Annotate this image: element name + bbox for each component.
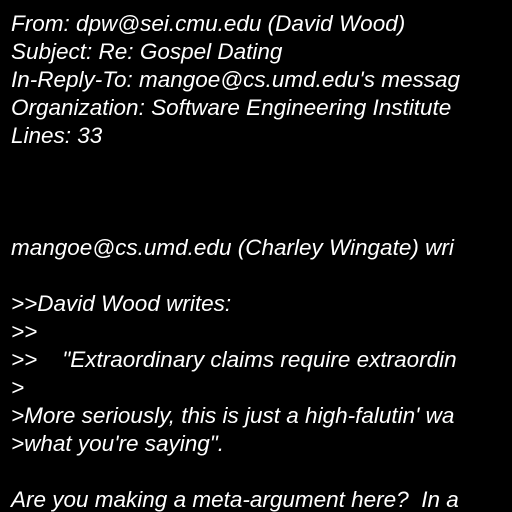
quoted-reply-line: >More seriously, this is just a high-fal…	[11, 403, 455, 428]
quoted-author-line: >>David Wood writes:	[11, 291, 232, 316]
reply-line: Are you making a meta-argument here? In …	[11, 487, 459, 512]
header-from: From: dpw@sei.cmu.edu (David Wood)	[11, 11, 406, 36]
attribution-line: mangoe@cs.umd.edu (Charley Wingate) wri	[11, 235, 454, 260]
header-in-reply-to: In-Reply-To: mangoe@cs.umd.edu's messag	[11, 67, 461, 92]
email-message-view: From: dpw@sei.cmu.edu (David Wood) Subje…	[0, 0, 512, 512]
quoted-claim-line: >> "Extraordinary claims require extraor…	[11, 347, 457, 372]
quoted-reply-line: >what you're saying".	[11, 431, 225, 456]
header-lines: Lines: 33	[11, 123, 103, 148]
quote-blank-line: >>	[11, 319, 38, 344]
quote-blank-line: >	[11, 375, 25, 400]
header-subject: Subject: Re: Gospel Dating	[11, 39, 283, 64]
header-organization: Organization: Software Engineering Insti…	[11, 95, 452, 120]
